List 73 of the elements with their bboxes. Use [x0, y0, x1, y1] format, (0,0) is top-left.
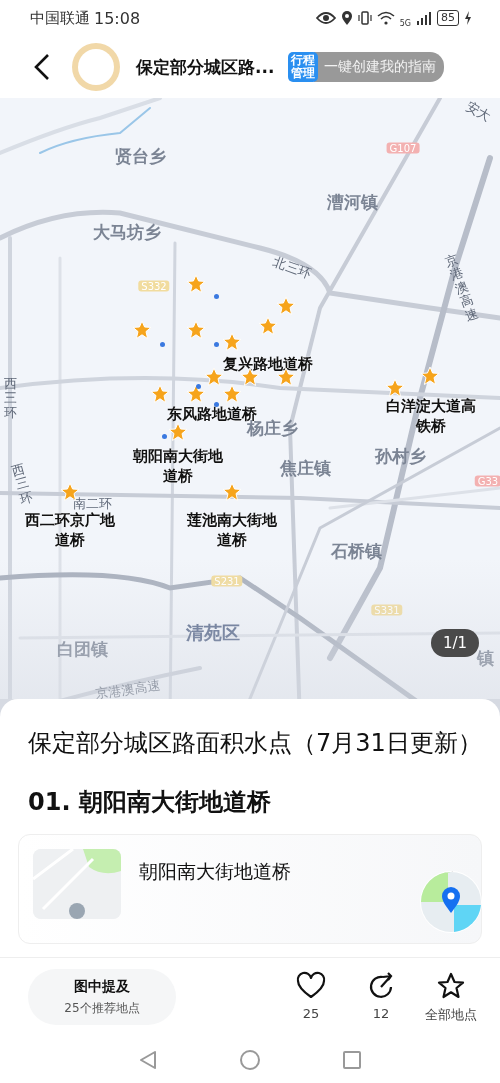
road-label: 北三环 [270, 252, 314, 284]
route-shield: S231 [211, 575, 243, 587]
avatar-icon [72, 43, 120, 91]
place-label: 贤台乡 [114, 144, 166, 168]
poi-label[interactable]: 莲池南大街地道桥 [184, 510, 280, 550]
all-places-button[interactable]: 全部地点 [422, 970, 480, 1024]
star-marker-icon[interactable] [222, 384, 242, 404]
star-marker-icon[interactable] [276, 296, 296, 316]
back-nav-button[interactable] [137, 1049, 159, 1071]
triangle-icon [137, 1049, 159, 1071]
mentioned-places-button[interactable]: 图中提及 25个推荐地点 [28, 969, 176, 1025]
battery-level: 85 [437, 10, 459, 26]
location-dot-icon [160, 342, 165, 347]
road-label: 京港澳高速 [443, 252, 481, 324]
section-heading: 01. 朝阳南大街地道桥 [28, 787, 272, 818]
place-label: 石桥镇 [330, 539, 382, 563]
home-nav-button[interactable] [239, 1049, 261, 1071]
route-shield: G107 [386, 142, 420, 154]
eye-icon [315, 11, 336, 25]
like-button[interactable]: 25 [282, 970, 340, 1024]
poi-label[interactable]: 西二环京广地道桥 [22, 510, 118, 550]
location-dot-icon [162, 434, 167, 439]
star-marker-icon[interactable] [168, 422, 188, 442]
star-marker-icon[interactable] [132, 320, 152, 340]
map-pin-icon [420, 871, 482, 933]
vibrate-icon [357, 11, 372, 25]
poi-label[interactable]: 白洋淀大道高铁桥 [383, 396, 479, 436]
star-marker-icon[interactable] [222, 482, 242, 502]
route-shield: G33 [474, 475, 500, 487]
location-icon [340, 10, 353, 26]
star-marker-icon[interactable] [186, 320, 206, 340]
place-name: 朝阳南大街地道桥 [139, 859, 291, 884]
square-icon [341, 1049, 363, 1071]
signal-icon [416, 11, 432, 25]
place-card[interactable]: 朝阳南大街地道桥 [18, 834, 482, 944]
road-label: 南二环 [72, 495, 112, 512]
star-marker-icon[interactable] [204, 367, 224, 387]
place-label: 漕河镇 [326, 190, 378, 214]
network-type: 5G [399, 18, 411, 28]
poi-label[interactable]: 复兴路地道桥 [223, 354, 313, 374]
charging-icon [464, 11, 472, 25]
place-label: 焦庄镇 [279, 456, 331, 480]
star-marker-icon[interactable] [385, 378, 405, 398]
star-marker-icon[interactable] [186, 274, 206, 294]
star-marker-icon[interactable] [420, 366, 440, 386]
page-title: 保定部分城区路... [136, 55, 275, 79]
star-icon [436, 970, 466, 1001]
place-label: 大马坊乡 [93, 220, 161, 244]
circle-icon [239, 1049, 261, 1071]
recents-nav-button[interactable] [341, 1049, 363, 1071]
route-shield: S331 [371, 604, 403, 616]
carrier-name: 中国联通 [30, 8, 90, 28]
poi-label[interactable]: 朝阳南大街地道桥 [130, 446, 226, 486]
star-marker-icon[interactable] [150, 384, 170, 404]
road-label: 安大 [462, 98, 494, 127]
heart-icon [296, 970, 326, 1001]
star-marker-icon[interactable] [222, 332, 242, 352]
location-dot-icon [214, 294, 219, 299]
wifi-icon [376, 11, 395, 25]
place-label: 孙村乡 [374, 444, 426, 468]
guide-title: 保定部分城区路面积水点（7月31日更新） [28, 728, 482, 759]
location-dot-icon [214, 402, 219, 407]
star-marker-icon[interactable] [258, 316, 278, 336]
star-marker-icon[interactable] [186, 384, 206, 404]
road-label: 西三环 [10, 461, 34, 507]
location-dot-icon [196, 384, 201, 389]
location-dot-icon [214, 342, 219, 347]
route-shield: S332 [138, 280, 170, 292]
place-label: 白团镇 [56, 637, 108, 661]
clock-time: 15:08 [94, 8, 141, 28]
share-button[interactable]: 12 [352, 970, 410, 1024]
road-label: 西三环 [3, 376, 17, 420]
district-label: 清苑区 [186, 621, 240, 645]
